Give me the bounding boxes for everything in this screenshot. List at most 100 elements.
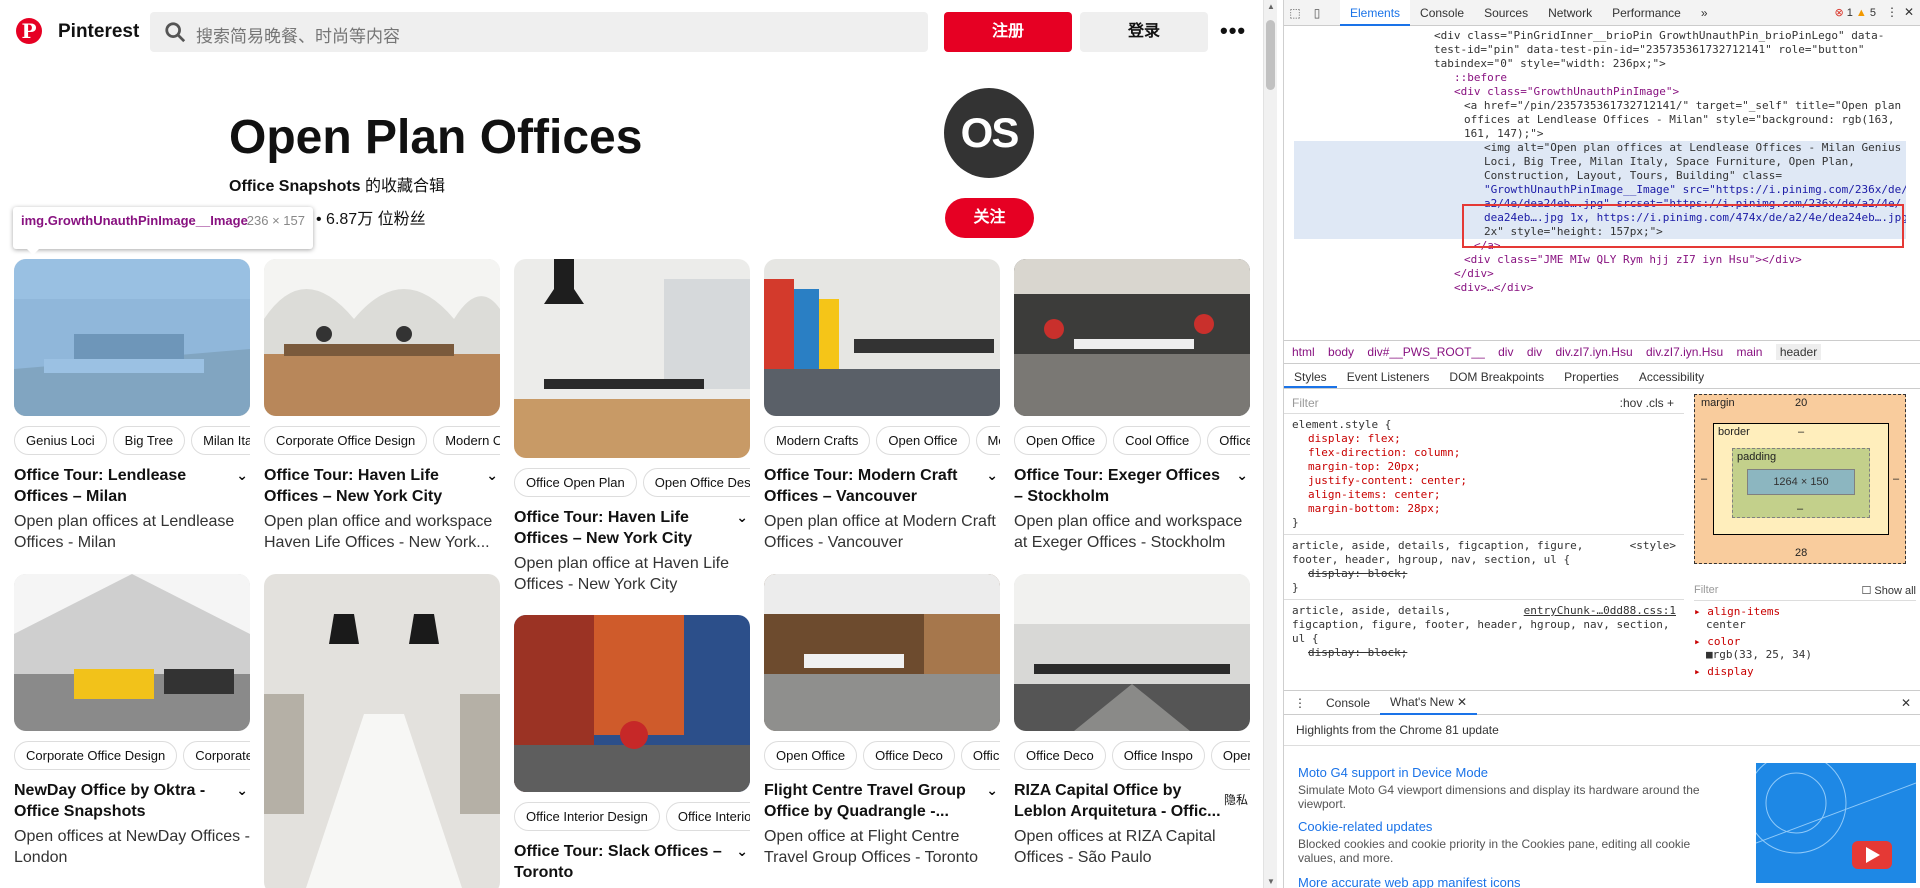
tag-chip[interactable]: Office Ideas bbox=[1207, 426, 1250, 455]
tag-chip[interactable]: Corporate Office Design bbox=[264, 426, 428, 455]
close-icon[interactable]: ✕ bbox=[1904, 5, 1914, 19]
crumb[interactable]: div.zI7.iyn.Hsu bbox=[1646, 345, 1723, 359]
whats-new-item[interactable]: Cookie-related updates Blocked cookies a… bbox=[1298, 819, 1718, 865]
signup-button[interactable]: 注册 bbox=[944, 12, 1072, 52]
tag-chip[interactable]: Office Deco bbox=[863, 741, 955, 770]
box-model-content[interactable]: 1264 × 150 bbox=[1747, 469, 1855, 495]
tag-chip[interactable]: Open Office bbox=[1210, 741, 1250, 770]
device-toolbar-icon[interactable]: ▯ bbox=[1306, 6, 1328, 20]
chevron-down-icon[interactable]: ⌄ bbox=[236, 780, 248, 801]
tab-network[interactable]: Network bbox=[1538, 0, 1602, 26]
tag-chip[interactable]: Genius Loci bbox=[14, 426, 107, 455]
tag-chip[interactable]: Office Deco bbox=[1014, 741, 1106, 770]
tag-chip[interactable]: Office Space bbox=[960, 741, 1000, 770]
dom-line[interactable]: <div>…</div> bbox=[1294, 281, 1906, 295]
dom-line[interactable]: <div class="GrowthUnauthPinImage"> bbox=[1294, 85, 1906, 99]
tab-performance[interactable]: Performance bbox=[1602, 0, 1691, 26]
tag-chip[interactable]: Cool Office bbox=[1113, 426, 1202, 455]
css-prop[interactable]: justify-content: center; bbox=[1292, 474, 1676, 488]
tag-chip[interactable]: Open Office bbox=[1014, 426, 1108, 455]
tag-chip[interactable]: Office Inspo bbox=[1111, 741, 1205, 770]
pin-image[interactable] bbox=[264, 259, 500, 416]
pin-card[interactable]: Genius Loci Big Tree Milan Italy Office … bbox=[14, 259, 250, 553]
pin-card[interactable]: Office Open Plan Open Office Design Offi… bbox=[514, 259, 750, 595]
dom-line-selected[interactable]: "GrowthUnauthPinImage__Image" src="https… bbox=[1294, 183, 1906, 197]
more-tabs-icon[interactable]: » bbox=[1691, 0, 1718, 26]
pin-card[interactable]: Open Office Office Deco Office Space Fli… bbox=[764, 574, 1000, 868]
pin-image[interactable] bbox=[14, 574, 250, 731]
tab-event-listeners[interactable]: Event Listeners bbox=[1337, 365, 1440, 388]
dom-line-selected[interactable]: Construction, Layout, Tours, Building" c… bbox=[1294, 169, 1906, 183]
css-prop[interactable]: align-items: center; bbox=[1292, 488, 1676, 502]
dom-line-selected[interactable]: Loci, Big Tree, Milan Italy, Space Furni… bbox=[1294, 155, 1906, 169]
crumb[interactable]: html bbox=[1292, 345, 1315, 359]
tag-chip[interactable]: Modern Crafts bbox=[764, 426, 871, 455]
pin-image[interactable] bbox=[764, 574, 1000, 731]
chevron-down-icon[interactable]: ⌄ bbox=[986, 465, 998, 486]
dom-line[interactable]: <a href="/pin/235735361732712141/" targe… bbox=[1294, 99, 1906, 113]
pin-image[interactable] bbox=[1014, 574, 1250, 731]
dom-line[interactable]: ::before bbox=[1294, 71, 1906, 85]
pin-title[interactable]: Office Tour: Modern Craft Offices – Vanc… bbox=[764, 465, 1000, 507]
pin-card[interactable]: Corporate Office Design Modern Office Of… bbox=[264, 259, 500, 553]
dom-line[interactable]: 161, 147);"> bbox=[1294, 127, 1906, 141]
css-prop[interactable]: margin-top: 20px; bbox=[1292, 460, 1676, 474]
tab-console[interactable]: Console bbox=[1410, 0, 1474, 26]
whats-new-item[interactable]: Moto G4 support in Device Mode Simulate … bbox=[1298, 765, 1718, 811]
pin-title[interactable]: Office Tour: Lendlease Offices – Milan ⌄ bbox=[14, 465, 250, 507]
pin-image[interactable] bbox=[514, 615, 750, 792]
dom-line-selected[interactable]: <img alt="Open plan offices at Lendlease… bbox=[1294, 141, 1906, 155]
css-prop[interactable]: flex-direction: column; bbox=[1292, 446, 1676, 460]
computed-filter-input[interactable]: Filter ☐ Show all bbox=[1694, 580, 1916, 601]
crumb[interactable]: div bbox=[1498, 345, 1513, 359]
pin-card[interactable]: Office Deco Office Inspo Open Office RIZ… bbox=[1014, 574, 1250, 868]
pin-title[interactable]: Office Tour: Haven Life Offices – New Yo… bbox=[264, 465, 500, 507]
tab-accessibility[interactable]: Accessibility bbox=[1629, 365, 1714, 388]
pinterest-logo-icon[interactable]: P bbox=[16, 18, 42, 44]
crumb[interactable]: div.zI7.iyn.Hsu bbox=[1556, 345, 1633, 359]
avatar[interactable]: OS bbox=[944, 88, 1034, 178]
dom-line[interactable]: offices at Lendlease Offices - Milan" st… bbox=[1294, 113, 1906, 127]
tag-chip[interactable]: Office Interiors bbox=[665, 802, 750, 831]
follow-button[interactable]: 关注 bbox=[945, 198, 1034, 238]
dom-line[interactable]: tabindex="0" style="width: 236px;"> bbox=[1294, 57, 1906, 71]
tab-styles[interactable]: Styles bbox=[1284, 365, 1337, 388]
css-prop[interactable]: margin-bottom: 28px; bbox=[1292, 502, 1676, 516]
pin-image[interactable] bbox=[764, 259, 1000, 416]
pin-title[interactable]: Flight Centre Travel Group Office by Qua… bbox=[764, 780, 1000, 822]
filter-tools[interactable]: :hov .cls + bbox=[1620, 396, 1674, 410]
whats-new-item[interactable]: More accurate web app manifest icons bbox=[1298, 875, 1718, 888]
pin-title[interactable]: RIZA Capital Office by Leblon Arquitetur… bbox=[1014, 780, 1250, 822]
pin-title[interactable]: Office Tour: Slack Offices – Toronto ⌄ bbox=[514, 841, 750, 883]
tag-chip[interactable]: Modern Office bbox=[433, 426, 500, 455]
tag-chip[interactable]: Corporate Office Design bbox=[14, 741, 178, 770]
tab-properties[interactable]: Properties bbox=[1554, 365, 1629, 388]
crumb[interactable]: div bbox=[1527, 345, 1542, 359]
tag-chip[interactable]: Big Tree bbox=[112, 426, 186, 455]
pin-card[interactable]: Open Office Cool Office Office Ideas Off… bbox=[1014, 259, 1250, 553]
chevron-down-icon[interactable]: ⌄ bbox=[736, 841, 748, 862]
rule-source[interactable]: <style> bbox=[1630, 539, 1676, 553]
tag-chip[interactable]: Office Interior Design bbox=[514, 802, 660, 831]
tab-dom-breakpoints[interactable]: DOM Breakpoints bbox=[1439, 365, 1554, 388]
crumb[interactable]: main bbox=[1736, 345, 1762, 359]
pin-title[interactable]: Office Tour: Haven Life Offices – New Yo… bbox=[514, 507, 750, 549]
chevron-down-icon[interactable]: ⌄ bbox=[986, 780, 998, 801]
dom-line[interactable]: </div> bbox=[1294, 267, 1906, 281]
drawer-menu-icon[interactable]: ⋮ bbox=[1284, 696, 1316, 710]
styles-filter-input[interactable]: Filter :hov .cls + bbox=[1284, 392, 1684, 414]
drawer-tab-console[interactable]: Console bbox=[1316, 696, 1380, 710]
pin-card[interactable]: Modern Crafts Open Office Modern Office … bbox=[764, 259, 1000, 553]
search-input[interactable]: 搜索简易晚餐、时尚等内容 bbox=[150, 12, 928, 52]
tag-chip[interactable]: Open Office bbox=[764, 741, 858, 770]
crumb[interactable]: body bbox=[1328, 345, 1354, 359]
tag-chip[interactable]: Open Office bbox=[876, 426, 970, 455]
tag-chip[interactable]: Milan Italy bbox=[191, 426, 250, 455]
css-prop[interactable]: display: flex; bbox=[1292, 432, 1676, 446]
pin-image[interactable] bbox=[514, 259, 750, 458]
pin-card[interactable] bbox=[264, 574, 500, 888]
brand-name[interactable]: Pinterest bbox=[58, 21, 139, 43]
more-options-icon[interactable]: ••• bbox=[1220, 18, 1246, 44]
scroll-down-icon[interactable]: ▼ bbox=[1267, 877, 1275, 886]
tag-chip[interactable]: Corporate Interiors bbox=[183, 741, 250, 770]
